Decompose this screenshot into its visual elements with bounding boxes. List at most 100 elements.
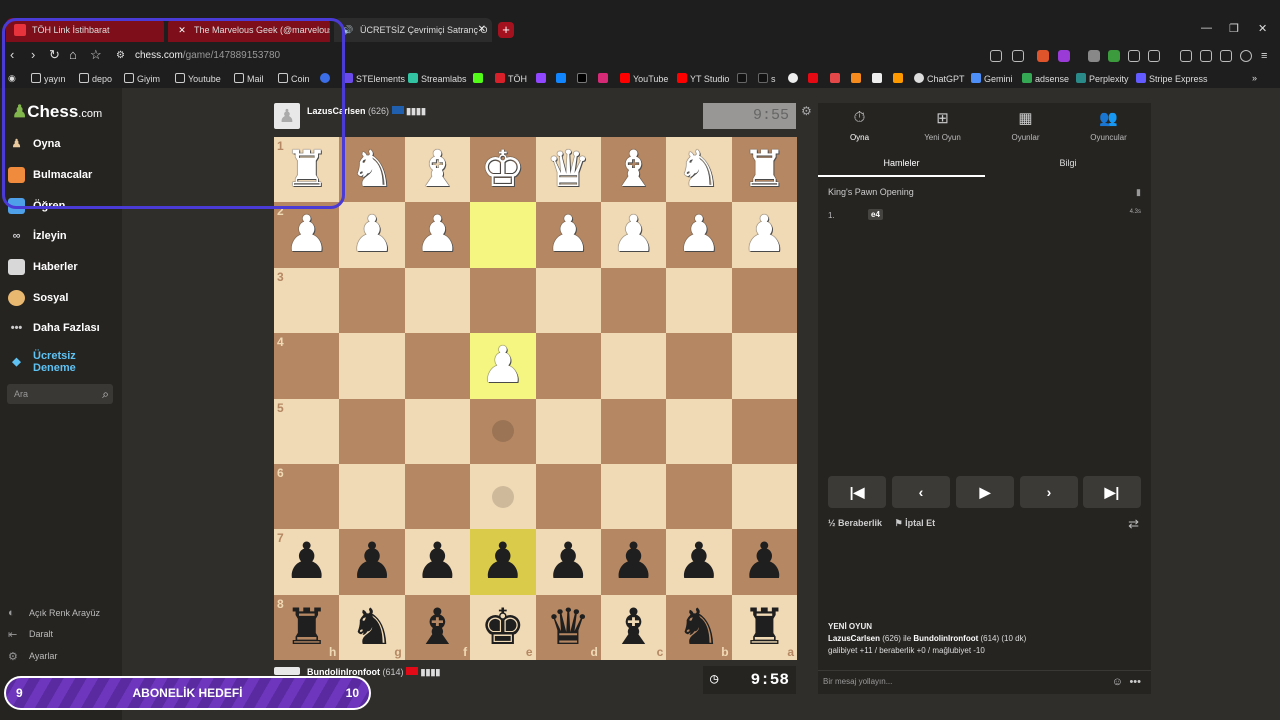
rewards-icon[interactable] bbox=[1058, 50, 1070, 62]
board-square[interactable]: 2 ♟ bbox=[274, 202, 340, 268]
black-pawn-icon[interactable]: ♟ bbox=[274, 529, 339, 594]
black-pawn-icon[interactable]: ♟ bbox=[666, 529, 731, 594]
minimize-icon[interactable]: — bbox=[1201, 22, 1212, 34]
board-square[interactable] bbox=[339, 333, 405, 399]
avatar[interactable] bbox=[274, 667, 300, 675]
new-tab-button[interactable]: + bbox=[498, 22, 514, 38]
bookmark-toh[interactable]: TÖH bbox=[495, 73, 527, 84]
board-square[interactable]: 8 h ♜ bbox=[274, 594, 340, 660]
move-hint-dot[interactable] bbox=[491, 420, 514, 443]
black-pawn-icon[interactable]: ♟ bbox=[536, 529, 601, 594]
board-square[interactable] bbox=[404, 267, 471, 334]
white-rook-icon[interactable]: ♜ bbox=[274, 137, 339, 202]
board-square[interactable]: ♟ bbox=[535, 529, 601, 595]
avatar[interactable]: ♟ bbox=[274, 103, 300, 129]
site-info-icon[interactable]: ⚙ bbox=[116, 50, 125, 61]
flip-board-icon[interactable]: ⇄ bbox=[1128, 516, 1139, 532]
board-square[interactable] bbox=[731, 398, 797, 464]
url-field[interactable]: chess.com/game/147889153780 bbox=[135, 50, 280, 61]
board-square[interactable]: 6 bbox=[274, 463, 340, 530]
black-pawn-icon[interactable]: ♟ bbox=[732, 529, 797, 594]
black-rook-icon[interactable]: ♜ bbox=[274, 595, 339, 660]
board-square[interactable]: g ♞ bbox=[339, 594, 405, 660]
board-square[interactable]: ♟ bbox=[339, 529, 405, 595]
sidebar-item-play[interactable]: ♟ Oyna bbox=[8, 133, 118, 155]
board-square[interactable] bbox=[600, 267, 667, 334]
bookmark-threads[interactable] bbox=[788, 73, 801, 84]
tab-games[interactable]: ▦ Oyunlar bbox=[984, 103, 1067, 149]
board-square[interactable]: a ♜ bbox=[731, 594, 797, 660]
menu-icon[interactable]: ≡ bbox=[1261, 50, 1267, 62]
board-square[interactable] bbox=[600, 333, 667, 399]
close-window-icon[interactable]: ✕ bbox=[1258, 22, 1267, 35]
emoji-icon[interactable]: ☺ bbox=[1112, 671, 1123, 693]
bookmark-instagram[interactable] bbox=[598, 73, 611, 84]
board-square[interactable]: 4 bbox=[274, 333, 340, 399]
black-pawn-icon[interactable]: ♟ bbox=[339, 529, 404, 594]
board-square[interactable]: e ♚ bbox=[470, 594, 536, 660]
white-pawn-icon[interactable]: ♟ bbox=[601, 202, 666, 267]
black-queen-icon[interactable]: ♛ bbox=[536, 595, 601, 660]
board-square[interactable]: ♟ bbox=[339, 202, 405, 268]
sidebar-item-free-trial[interactable]: ◆ Ücretsiz Deneme bbox=[8, 350, 118, 376]
tab-players[interactable]: 👥 Oyuncular bbox=[1067, 103, 1150, 149]
board-square[interactable]: 3 bbox=[274, 267, 340, 334]
maximize-icon[interactable]: ❐ bbox=[1229, 22, 1239, 35]
share-icon[interactable] bbox=[1012, 50, 1024, 62]
bookmark-bluesky[interactable] bbox=[556, 73, 569, 84]
white-pawn-icon[interactable]: ♟ bbox=[405, 202, 470, 267]
board-square[interactable]: ♞ bbox=[339, 137, 405, 203]
subtab-moves[interactable]: Hamleler bbox=[818, 149, 985, 177]
subtab-info[interactable]: Bilgi bbox=[985, 149, 1151, 177]
board-square[interactable]: ♝ bbox=[600, 137, 667, 203]
white-knight-icon[interactable]: ♞ bbox=[339, 137, 404, 202]
chess-logo[interactable]: ♟Chess.com bbox=[12, 102, 102, 122]
abort-button[interactable]: ⚑ İptal Et bbox=[895, 518, 936, 528]
settings-link[interactable]: ⚙ Ayarlar bbox=[8, 651, 57, 663]
bookmark-gemini[interactable]: Gemini bbox=[971, 73, 1013, 84]
board-square[interactable]: ♟ bbox=[600, 529, 667, 595]
board-square[interactable] bbox=[535, 463, 601, 530]
bookmark-s[interactable]: s bbox=[758, 73, 776, 84]
wallet-icon[interactable] bbox=[1200, 50, 1212, 62]
vpn-icon[interactable] bbox=[1240, 50, 1252, 62]
board-square[interactable] bbox=[731, 463, 797, 530]
opening-name[interactable]: King's Pawn Opening bbox=[828, 187, 914, 197]
black-pawn-icon[interactable]: ♟ bbox=[470, 529, 535, 594]
bookmark-streamlabs[interactable]: Streamlabs bbox=[408, 73, 467, 84]
black-knight-icon[interactable]: ♞ bbox=[666, 595, 731, 660]
move-white[interactable]: e4 bbox=[868, 209, 883, 220]
black-king-icon[interactable]: ♚ bbox=[470, 595, 535, 660]
white-pawn-icon[interactable]: ♟ bbox=[339, 202, 404, 267]
collapse-button[interactable]: ⇤ Daralt bbox=[8, 629, 53, 641]
sidebar-search-input[interactable]: Ara ⌕ bbox=[7, 384, 113, 404]
bookmark-netflix[interactable] bbox=[808, 73, 821, 84]
board-square[interactable] bbox=[535, 267, 601, 334]
white-pawn-icon[interactable]: ♟ bbox=[666, 202, 731, 267]
board-square[interactable]: ♟ bbox=[404, 529, 471, 595]
white-bishop-icon[interactable]: ♝ bbox=[405, 137, 470, 202]
sidebar-item-learn[interactable]: Öğren bbox=[8, 195, 118, 217]
bookmark-mail[interactable]: Mail bbox=[234, 73, 264, 84]
board-square[interactable]: ♚ bbox=[470, 137, 536, 203]
extension-icon[interactable] bbox=[1088, 50, 1100, 62]
black-pawn-icon[interactable]: ♟ bbox=[601, 529, 666, 594]
bookmark-k[interactable] bbox=[473, 73, 486, 84]
last-move-button[interactable]: ▶| bbox=[1083, 476, 1141, 508]
board-square[interactable] bbox=[666, 463, 732, 530]
sidebar-icon[interactable] bbox=[1180, 50, 1192, 62]
board-square[interactable]: 1 ♜ bbox=[274, 137, 340, 203]
bookmark-icon[interactable]: ☆ bbox=[90, 47, 102, 63]
bookmark-ext[interactable] bbox=[893, 73, 906, 84]
bookmark-amazon[interactable] bbox=[872, 73, 885, 84]
sidebar-item-news[interactable]: Haberler bbox=[8, 256, 118, 278]
more-options-icon[interactable]: ••• bbox=[1129, 671, 1141, 693]
board-square[interactable] bbox=[404, 463, 471, 530]
board-square[interactable]: ♝ bbox=[404, 137, 471, 203]
back-icon[interactable]: ‹ bbox=[10, 47, 14, 62]
more-bookmarks-icon[interactable]: » bbox=[1252, 73, 1257, 83]
extension-icon[interactable] bbox=[1148, 50, 1160, 62]
board-square[interactable] bbox=[666, 333, 732, 399]
ai-icon[interactable] bbox=[1220, 50, 1232, 62]
board-square[interactable]: 7 ♟ bbox=[274, 529, 340, 595]
